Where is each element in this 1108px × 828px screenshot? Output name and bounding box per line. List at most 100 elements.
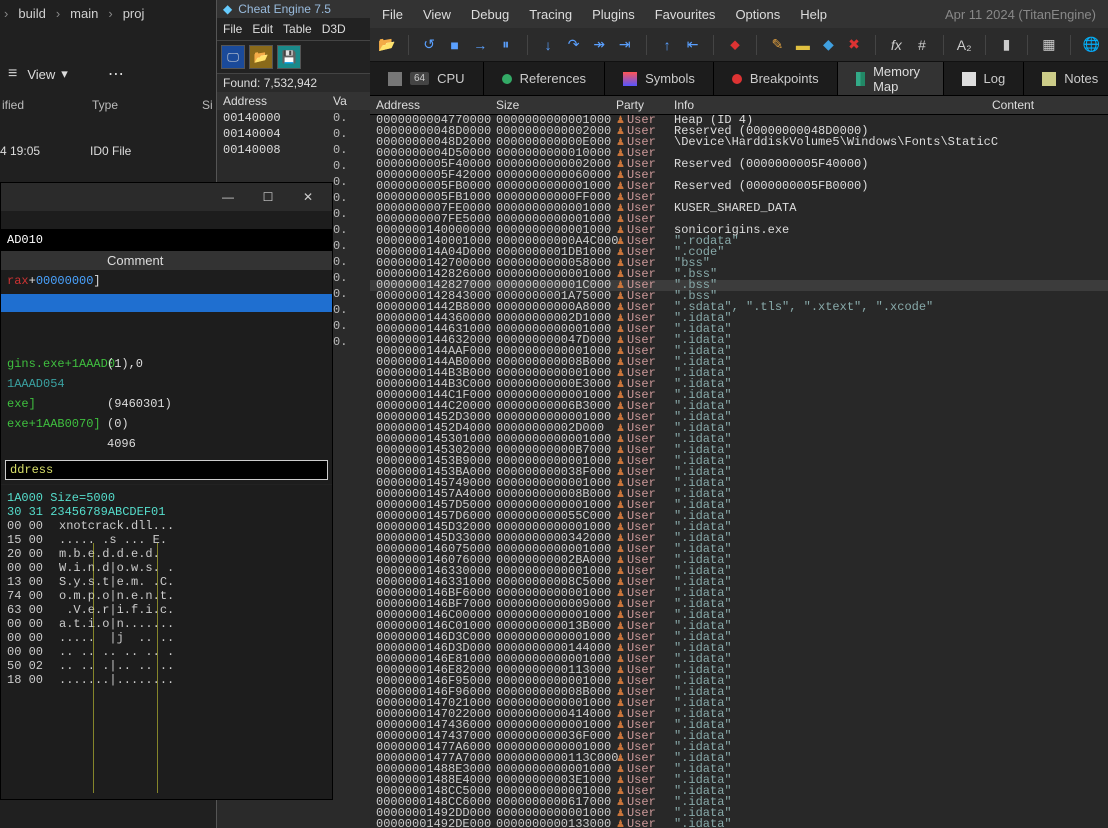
- menu-plugins[interactable]: Plugins: [592, 7, 635, 22]
- tab-references[interactable]: References: [484, 62, 605, 95]
- col-size[interactable]: Size: [496, 98, 616, 112]
- ce-menu-table[interactable]: Table: [283, 22, 312, 36]
- trace-over-icon[interactable]: ↑: [658, 34, 676, 56]
- ce-result-row[interactable]: 0.: [217, 158, 372, 174]
- bc-proj[interactable]: proj: [123, 6, 145, 21]
- clear-icon[interactable]: ✖: [845, 34, 863, 56]
- dis-row[interactable]: 1AAAD054: [1, 374, 332, 394]
- hex-row[interactable]: 13 00S.y.s.t|e.m. .C.: [7, 575, 326, 589]
- chevron-down-icon: ▾: [61, 66, 68, 82]
- hex-row[interactable]: 50 02.. .. .|.. .. ..: [7, 659, 326, 673]
- run-to-icon[interactable]: ⇤: [684, 34, 702, 56]
- pause-icon[interactable]: ⏸: [497, 34, 515, 56]
- font-icon[interactable]: A₂: [955, 34, 973, 56]
- minimize-button[interactable]: —: [208, 185, 248, 209]
- hex-row[interactable]: 15 00..... .s ... E.: [7, 533, 326, 547]
- step-in-icon[interactable]: ↓: [539, 34, 557, 56]
- menu-options[interactable]: Options: [735, 7, 780, 22]
- trace-into-icon[interactable]: ⇥: [616, 34, 634, 56]
- hex-row[interactable]: 00 00a.t.i.o|n.......: [7, 617, 326, 631]
- tab-memory-map[interactable]: Memory Map: [838, 62, 944, 95]
- dis-row[interactable]: gins.exe+1AAAD0(1),0: [1, 354, 332, 374]
- tab-cpu[interactable]: 64CPU: [370, 62, 484, 95]
- dbg-tabbar: 64CPU References Symbols Breakpoints Mem…: [370, 62, 1108, 96]
- col-modified[interactable]: ified: [0, 98, 90, 112]
- col-info[interactable]: Info: [674, 98, 992, 112]
- hex-row[interactable]: 00 00xnotcrack.dll...: [7, 519, 326, 533]
- dis-row[interactable]: 4096: [1, 434, 332, 454]
- bc-build[interactable]: build: [18, 6, 45, 21]
- hex-row[interactable]: 00 00.. .. .. .. .. .: [7, 645, 326, 659]
- ce-menu-edit[interactable]: Edit: [252, 22, 273, 36]
- run-icon[interactable]: →: [471, 34, 489, 56]
- sub-address-field[interactable]: AD010: [1, 229, 332, 251]
- stop-icon[interactable]: ■: [446, 34, 464, 56]
- hex-row[interactable]: 18 00.......|........: [7, 673, 326, 687]
- more-icon[interactable]: ⋯: [108, 64, 126, 84]
- tab-log[interactable]: Log: [944, 62, 1025, 95]
- maximize-button[interactable]: ☐: [248, 185, 288, 209]
- ce-menu-d3d[interactable]: D3D: [322, 22, 346, 36]
- col-party[interactable]: Party: [616, 98, 674, 112]
- calc-icon[interactable]: ▦: [1040, 34, 1058, 56]
- ce-open-icon[interactable]: 📂: [249, 45, 273, 69]
- dis-row[interactable]: exe](9460301): [1, 394, 332, 414]
- notes-icon: [1042, 72, 1056, 86]
- hex-row[interactable]: 00 00..... |j .. ..: [7, 631, 326, 645]
- menu-tracing[interactable]: Tracing: [529, 7, 572, 22]
- col-address[interactable]: Address: [376, 98, 496, 112]
- hex-row[interactable]: 20 00m.b.e.d.d.e.d.: [7, 547, 326, 561]
- menu-debug[interactable]: Debug: [471, 7, 509, 22]
- debugger-window: File View Debug Tracing Plugins Favourit…: [370, 0, 1108, 828]
- address-input[interactable]: ddress: [5, 460, 328, 480]
- ce-result-row[interactable]: 001400080.: [217, 142, 372, 158]
- ce-monitor-icon[interactable]: 🖵: [221, 45, 245, 69]
- ce-result-row[interactable]: 001400040.: [217, 126, 372, 142]
- hash-icon[interactable]: #: [913, 34, 931, 56]
- hex-row[interactable]: 74 00o.m.p.o|n.e.n.t.: [7, 589, 326, 603]
- menu-file[interactable]: File: [382, 7, 403, 22]
- memmap-row[interactable]: 00000001492DE0000000000000133000♟User".i…: [370, 819, 1108, 828]
- tab-symbols[interactable]: Symbols: [605, 62, 714, 95]
- sym-icon: [623, 72, 637, 86]
- ce-result-row[interactable]: 001400000.: [217, 110, 372, 126]
- bp-icon: [732, 74, 742, 84]
- tab-notes[interactable]: Notes: [1024, 62, 1108, 95]
- hex-row[interactable]: 63 00 .V.e.r|i.f.i.c.: [7, 603, 326, 617]
- engine-label: Apr 11 2024 (TitanEngine): [945, 7, 1096, 22]
- memmap-body[interactable]: 00000000047700000000000000001000♟UserHea…: [370, 115, 1108, 828]
- open-icon[interactable]: 📂: [378, 34, 396, 56]
- restart-icon[interactable]: ↺: [420, 34, 438, 56]
- patch-icon[interactable]: ⬥: [726, 34, 744, 56]
- selection-bar[interactable]: [1, 294, 332, 312]
- view-button[interactable]: View ▾: [27, 66, 67, 82]
- bookmark-icon[interactable]: ◆: [820, 34, 838, 56]
- hex-guide-1: [93, 543, 94, 793]
- menu-view[interactable]: View: [423, 7, 451, 22]
- fx-icon[interactable]: fx: [888, 34, 906, 56]
- mm-icon: [856, 72, 866, 86]
- hamburger-icon[interactable]: ≡: [8, 65, 17, 83]
- col-content[interactable]: Content: [992, 98, 1108, 112]
- db-icon[interactable]: ▮: [998, 34, 1016, 56]
- close-button[interactable]: ✕: [288, 185, 328, 209]
- ce-save-icon[interactable]: 💾: [277, 45, 301, 69]
- dbg-menubar: File View Debug Tracing Plugins Favourit…: [370, 0, 1108, 28]
- menu-help[interactable]: Help: [800, 7, 827, 22]
- bc-main[interactable]: main: [70, 6, 98, 21]
- col-type[interactable]: Type: [90, 98, 200, 112]
- tab-breakpoints[interactable]: Breakpoints: [714, 62, 838, 95]
- globe-icon[interactable]: 🌐: [1082, 34, 1100, 56]
- hex-guide-2: [157, 543, 158, 793]
- ref-icon: [502, 74, 512, 84]
- menu-favourites[interactable]: Favourites: [655, 7, 716, 22]
- step-over-icon[interactable]: ↷: [565, 34, 583, 56]
- dis-row[interactable]: exe+1AAB0070](0): [1, 414, 332, 434]
- edit-icon[interactable]: ✎: [769, 34, 787, 56]
- hex-view: 1A000 Size=5000 30 31 23456789ABCDEF01 0…: [1, 484, 332, 693]
- ce-menu-file[interactable]: File: [223, 22, 242, 36]
- ce-menubar: File Edit Table D3D: [217, 18, 372, 41]
- comment-icon[interactable]: ▬: [794, 34, 812, 56]
- step-out-icon[interactable]: ↠: [590, 34, 608, 56]
- hex-row[interactable]: 00 00W.i.n.d|o.w.s. .: [7, 561, 326, 575]
